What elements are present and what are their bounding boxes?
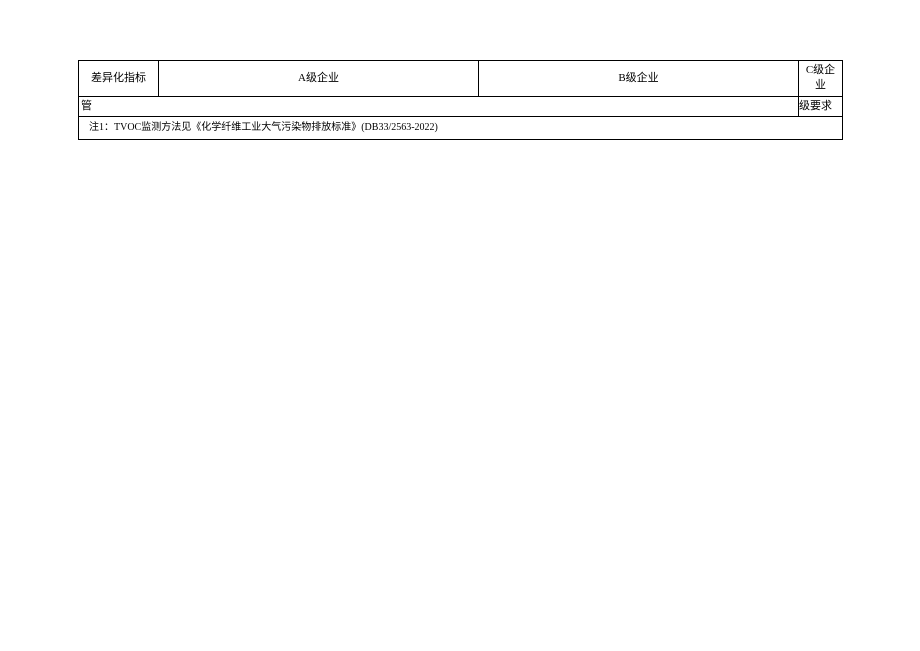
header-col1: 差异化指标 [79,61,159,97]
header-col2: A级企业 [159,61,479,97]
content-right: 级要求 [799,96,843,116]
header-row: 差异化指标 A级企业 B级企业 C级企业 [79,61,843,97]
note-cell: 注1：TVOC监测方法见《化学纤维工业大气污染物排放标准》(DB33/2563-… [79,117,843,140]
header-col4: C级企业 [799,61,843,97]
note-row: 注1：TVOC监测方法见《化学纤维工业大气污染物排放标准》(DB33/2563-… [79,117,843,140]
header-col3: B级企业 [479,61,799,97]
criteria-table: 差异化指标 A级企业 B级企业 C级企业 管 级要求 注1：TVOC监测方法见《… [78,60,843,140]
content-left: 管 [79,96,799,116]
content-row: 管 级要求 [79,96,843,116]
